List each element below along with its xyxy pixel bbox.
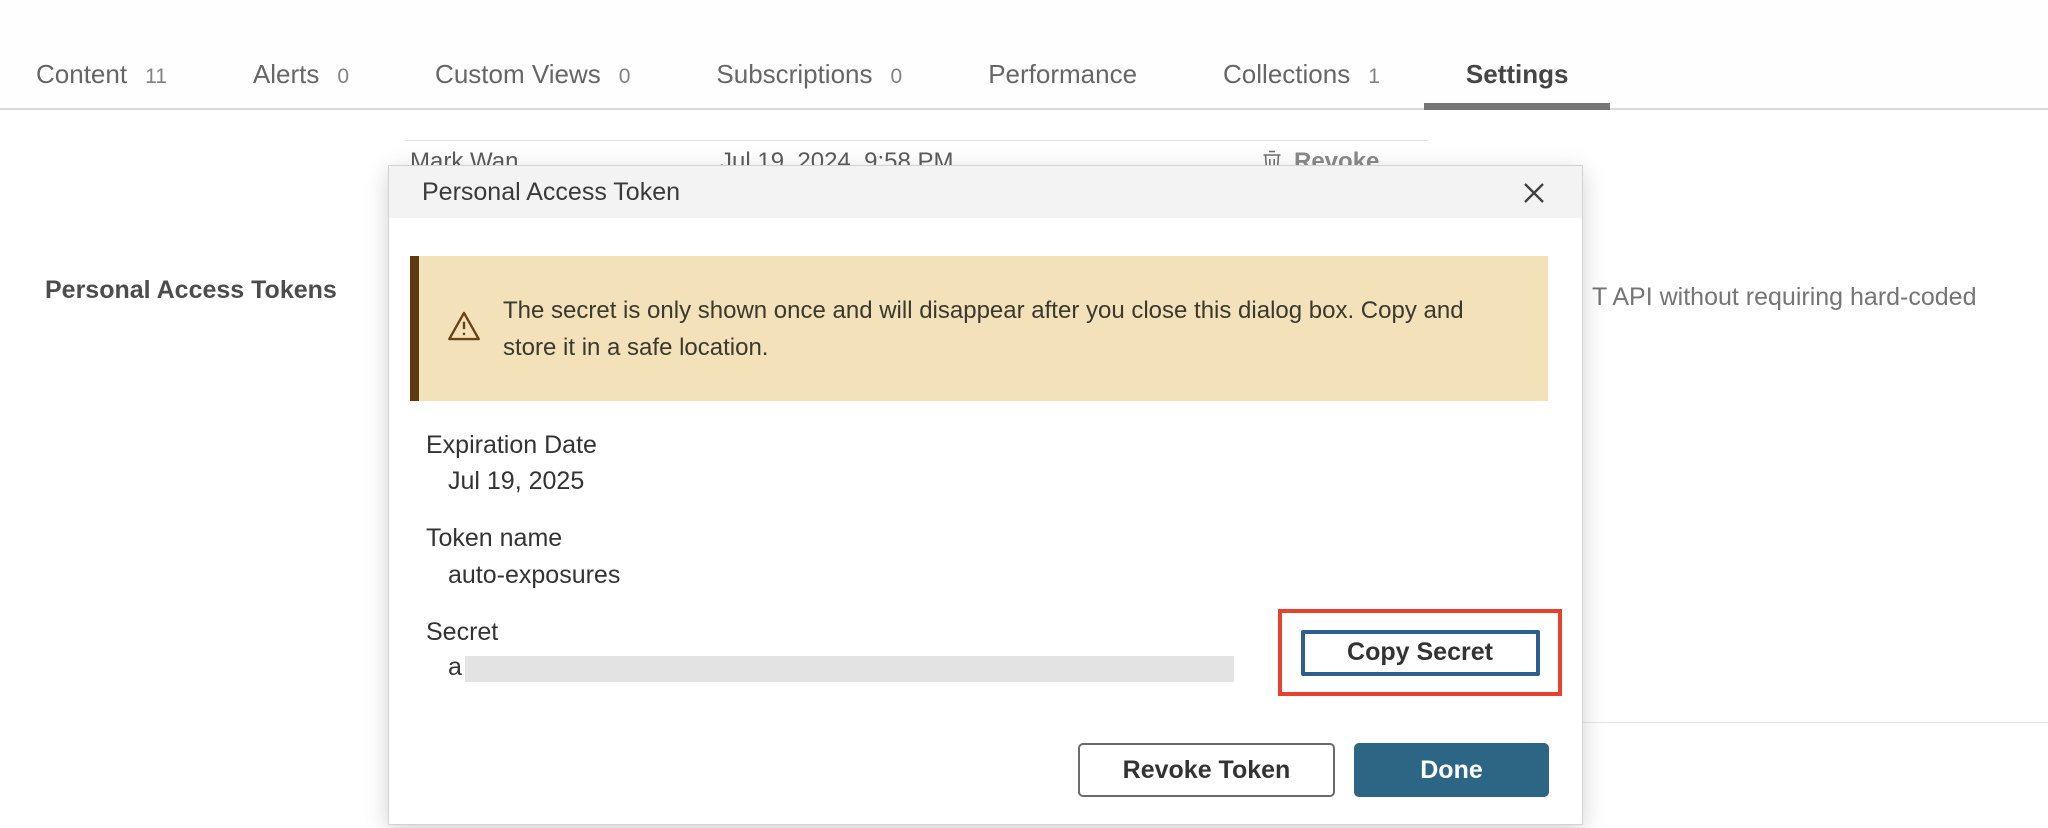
dialog-header: Personal Access Token xyxy=(389,166,1582,218)
revoke-token-button[interactable]: Revoke Token xyxy=(1078,743,1335,797)
warning-icon xyxy=(447,310,481,347)
row-action-label: Revoke xyxy=(1294,148,1379,165)
secret-redacted-bar xyxy=(465,656,1234,682)
tab-label: Alerts xyxy=(253,59,319,90)
tab-label: Custom Views xyxy=(435,59,601,90)
expiration-date-label: Expiration Date xyxy=(426,431,597,460)
tab-label: Subscriptions xyxy=(716,59,872,90)
tab-label: Settings xyxy=(1466,59,1569,90)
row-timestamp: Jul 19, 2024, 9:58 PM xyxy=(720,148,953,165)
background-description-text: T API without requiring hard-coded xyxy=(1592,283,2032,312)
close-icon[interactable] xyxy=(1516,175,1552,211)
tab-content[interactable]: Content 11 xyxy=(36,59,167,108)
copy-secret-button[interactable]: Copy Secret xyxy=(1301,630,1540,676)
tab-bar: Content 11 Alerts 0 Custom Views 0 Subsc… xyxy=(0,0,2048,110)
tab-collections[interactable]: Collections 1 xyxy=(1223,59,1380,108)
warning-message-line1: The secret is only shown once and will d… xyxy=(503,297,1464,324)
tab-count: 0 xyxy=(337,65,349,89)
tab-label: Performance xyxy=(988,59,1137,90)
warning-message-line2: store it in a safe location. xyxy=(503,334,768,361)
tab-count: 0 xyxy=(891,65,903,89)
tab-custom-views[interactable]: Custom Views 0 xyxy=(435,59,630,108)
expiration-date-value: Jul 19, 2025 xyxy=(448,467,584,496)
personal-access-token-dialog: Personal Access Token The secret is only… xyxy=(388,165,1583,825)
background-divider xyxy=(1583,722,2048,723)
token-name-value: auto-exposures xyxy=(448,561,620,590)
warning-banner: The secret is only shown once and will d… xyxy=(410,256,1548,401)
tab-subscriptions[interactable]: Subscriptions 0 xyxy=(716,59,902,108)
section-label-personal-access-tokens: Personal Access Tokens xyxy=(45,276,337,305)
tab-settings[interactable]: Settings xyxy=(1466,59,1569,108)
row-revoke-action[interactable]: Revoke xyxy=(1260,148,1379,165)
annotation-highlight-rect: Copy Secret xyxy=(1278,609,1562,696)
tab-alerts[interactable]: Alerts 0 xyxy=(253,59,349,108)
tab-count: 1 xyxy=(1368,65,1380,89)
warning-message: The secret is only shown once and will d… xyxy=(503,292,1464,366)
token-name-label: Token name xyxy=(426,524,562,553)
tab-label: Collections xyxy=(1223,59,1350,90)
secret-label: Secret xyxy=(426,618,498,647)
tab-label: Content xyxy=(36,59,127,90)
dialog-title: Personal Access Token xyxy=(422,178,680,207)
tab-performance[interactable]: Performance xyxy=(988,59,1137,108)
row-user-name: Mark Wan xyxy=(410,148,518,165)
done-button[interactable]: Done xyxy=(1354,743,1549,797)
trash-icon xyxy=(1260,149,1284,165)
tab-count: 11 xyxy=(145,65,167,89)
secret-value-visible-char: a xyxy=(448,653,462,682)
background-table-row: Mark Wan Jul 19, 2024, 9:58 PM Revoke xyxy=(405,140,1428,165)
tab-count: 0 xyxy=(619,65,631,89)
